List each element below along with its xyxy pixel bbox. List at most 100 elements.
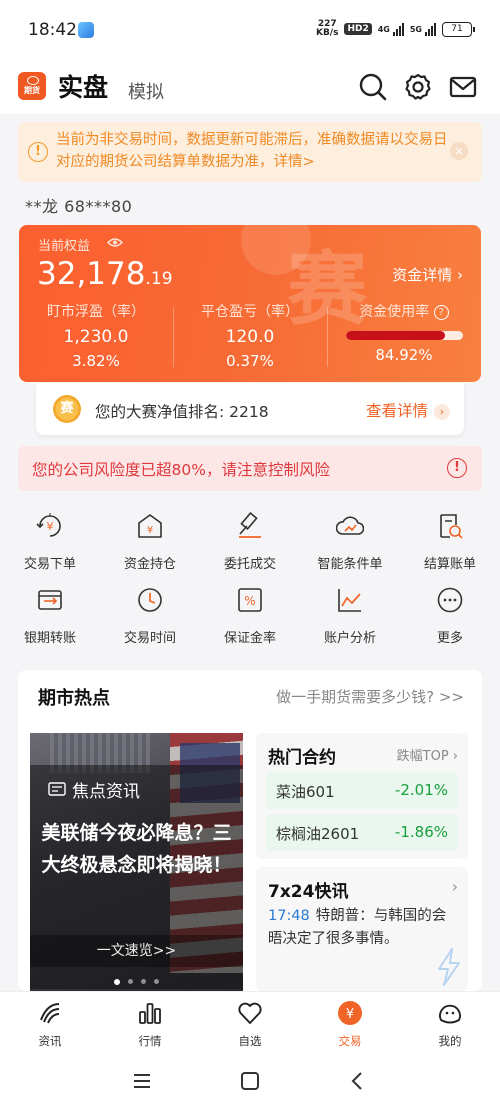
grid-item-margin-rate[interactable]: % 保证金率 bbox=[200, 586, 300, 646]
tab-simulation[interactable]: 模拟 bbox=[128, 78, 164, 104]
risk-warning[interactable]: 您的公司风险度已超80%，请注意控制风险 ! bbox=[18, 446, 482, 491]
flash-news-text: 17:48 特朗普：与韩国的会晤决定了很多事情。 bbox=[268, 908, 447, 947]
signal-icon bbox=[425, 22, 436, 36]
hot-contracts-card[interactable]: 热门合约 跌幅TOP › 菜油601 -2.01% 棕榈油2601 -1.86% bbox=[256, 733, 468, 859]
tab-real-trading[interactable]: 实盘 bbox=[58, 68, 108, 104]
tab-news[interactable]: 资讯 bbox=[0, 1000, 100, 1049]
equity-value: 32,178.19 bbox=[37, 256, 173, 292]
margin-rate-icon: % bbox=[238, 588, 262, 612]
grid-item-fund-position[interactable]: ¥ 资金持仓 bbox=[100, 512, 200, 572]
carousel-dot bbox=[154, 979, 159, 984]
grid-item-bank-transfer[interactable]: 银期转账 bbox=[0, 586, 100, 646]
carousel-dot bbox=[114, 979, 120, 985]
contest-rank-card[interactable]: 赛 您的大赛净值排名: 2218 查看详情 › bbox=[36, 383, 464, 435]
status-time: 18:42 bbox=[28, 20, 77, 40]
equity-card: 赛 当前权益 32,178.19 资金详情 › 盯市浮盈（率） 1,230.0 … bbox=[19, 225, 481, 382]
lightning-icon bbox=[438, 948, 460, 986]
favorite-icon bbox=[238, 1002, 262, 1024]
non-trading-notice[interactable]: ! 当前为非交易时间，数据更新可能滞后，准确数据请以交易日对应的期货公司结算单数… bbox=[18, 122, 482, 182]
grid-item-trade-order[interactable]: ¥ 交易下单 bbox=[0, 512, 100, 572]
news-banner[interactable]: 焦点资讯 美联储今夜必降息？三大终极悬念即将揭晓！ 一文速览>> bbox=[30, 733, 243, 991]
grid-item-entrust-deal[interactable]: 委托成交 bbox=[200, 511, 300, 572]
chevron-right-icon: › bbox=[434, 404, 450, 420]
info-icon: ! bbox=[28, 142, 48, 162]
carousel-dot bbox=[141, 979, 146, 984]
back-icon[interactable] bbox=[347, 1070, 369, 1092]
tab-profile[interactable]: 我的 bbox=[400, 1000, 500, 1049]
carousel-dot bbox=[128, 979, 133, 984]
view-detail-link[interactable]: 查看详情 › bbox=[366, 399, 450, 421]
network-speed: 227 KB/s bbox=[315, 19, 339, 38]
news-icon bbox=[40, 1003, 60, 1024]
banner-headline: 美联储今夜必降息？三大终极悬念即将揭晓！ bbox=[41, 822, 232, 876]
read-summary-button[interactable]: 一文速览>> bbox=[30, 935, 243, 967]
hot-contracts-title: 热门合约 bbox=[268, 748, 336, 768]
fund-position-icon: ¥ bbox=[138, 514, 162, 538]
fund-usage: 资金使用率 ? bbox=[327, 301, 481, 321]
smart-condition-icon bbox=[335, 516, 365, 535]
hd-voice-icon: HD2 bbox=[344, 23, 372, 35]
grid-item-trading-time[interactable]: 交易时间 bbox=[100, 586, 200, 646]
grid-item-more[interactable]: 更多 bbox=[400, 586, 500, 646]
grid-item-account-analysis[interactable]: 账户分析 bbox=[300, 586, 400, 646]
decline-top-link[interactable]: 跌幅TOP › bbox=[397, 745, 458, 764]
system-navigation-bar bbox=[0, 1050, 500, 1111]
settlement-bill-icon bbox=[440, 514, 463, 539]
notice-text[interactable]: 当前为非交易时间，数据更新可能滞后，准确数据请以交易日对应的期货公司结算单数据为… bbox=[56, 129, 448, 173]
rank-text: 您的大赛净值排名: 2218 bbox=[95, 403, 269, 421]
market-icon bbox=[139, 1003, 161, 1024]
flash-news-title: 7x24快讯 bbox=[268, 882, 349, 902]
account-id: **龙 68***80 bbox=[25, 197, 133, 216]
contest-badge-icon: 赛 bbox=[53, 395, 81, 423]
status-bar: 18:42 227 KB/s HD2 4G 5G 71 bbox=[0, 0, 500, 62]
chevron-right-icon: › bbox=[451, 877, 458, 896]
svg-text:¥: ¥ bbox=[346, 1007, 354, 1022]
signal-icon bbox=[392, 22, 404, 36]
bottom-tab-bar: 资讯 行情 自选 ¥ 交易 我的 bbox=[0, 991, 500, 1050]
closed-pnl: 平仓盈亏（率） 120.0 0.37% bbox=[201, 304, 299, 370]
status-indicators: 227 KB/s HD2 4G 5G 71 bbox=[315, 19, 475, 38]
grid-item-smart-condition[interactable]: 智能条件单 bbox=[300, 512, 400, 572]
app-header: 期货 实盘 模拟 bbox=[0, 62, 500, 114]
flash-news-card[interactable]: 7x24快讯 › 17:48 特朗普：与韩国的会晤决定了很多事情。 bbox=[256, 867, 468, 991]
analysis-chart-icon bbox=[338, 589, 361, 612]
app-logo: 期货 bbox=[18, 72, 46, 100]
more-icon bbox=[437, 587, 463, 613]
market-hot-section: 期市热点 做一手期货需要多少钱? >> 焦点资讯 美联储今夜必降息？三大终极悬念… bbox=[18, 670, 482, 991]
warning-icon: ! bbox=[447, 458, 467, 478]
battery-icon: 71 bbox=[442, 21, 475, 37]
tab-trade[interactable]: ¥ 交易 bbox=[300, 1000, 400, 1049]
clock-icon bbox=[138, 588, 162, 612]
svg-text:%: % bbox=[244, 594, 255, 608]
carousel-dots bbox=[114, 979, 159, 985]
svg-text:¥: ¥ bbox=[47, 520, 54, 533]
floating-pnl: 盯市浮盈（率） 1,230.0 3.82% bbox=[47, 304, 145, 370]
cost-per-lot-link[interactable]: 做一手期货需要多少钱? >> bbox=[276, 686, 464, 707]
menu-icon[interactable] bbox=[131, 1070, 153, 1092]
fund-detail-link[interactable]: 资金详情 › bbox=[392, 264, 463, 285]
gear-icon[interactable] bbox=[403, 72, 433, 102]
trade-icon: ¥ bbox=[338, 1001, 362, 1025]
contract-row[interactable]: 菜油601 -2.01% bbox=[266, 772, 458, 809]
bank-transfer-icon bbox=[38, 590, 62, 610]
equity-label: 当前权益 bbox=[38, 239, 91, 254]
search-icon[interactable] bbox=[358, 72, 388, 102]
app-notification-icon bbox=[78, 22, 94, 38]
eye-icon[interactable] bbox=[107, 237, 123, 248]
grid-item-settlement-bill[interactable]: 结算账单 bbox=[400, 512, 500, 572]
tab-market[interactable]: 行情 bbox=[100, 1000, 200, 1049]
risk-text: 您的公司风险度已超80%，请注意控制风险 bbox=[32, 461, 330, 479]
help-icon[interactable]: ? bbox=[433, 305, 449, 320]
svg-text:¥: ¥ bbox=[147, 525, 153, 536]
profile-icon bbox=[439, 1004, 461, 1024]
entrust-deal-icon bbox=[239, 511, 261, 538]
mail-icon[interactable] bbox=[448, 72, 478, 102]
trade-order-icon: ¥ bbox=[36, 513, 61, 537]
close-icon[interactable]: × bbox=[450, 142, 468, 160]
fund-usage-bar bbox=[346, 331, 463, 340]
home-icon[interactable] bbox=[239, 1070, 261, 1092]
contract-row[interactable]: 棕榈油2601 -1.86% bbox=[266, 814, 458, 851]
section-title: 期市热点 bbox=[38, 688, 110, 709]
banner-tag: 焦点资讯 bbox=[48, 777, 140, 802]
tab-favorites[interactable]: 自选 bbox=[200, 1000, 300, 1049]
